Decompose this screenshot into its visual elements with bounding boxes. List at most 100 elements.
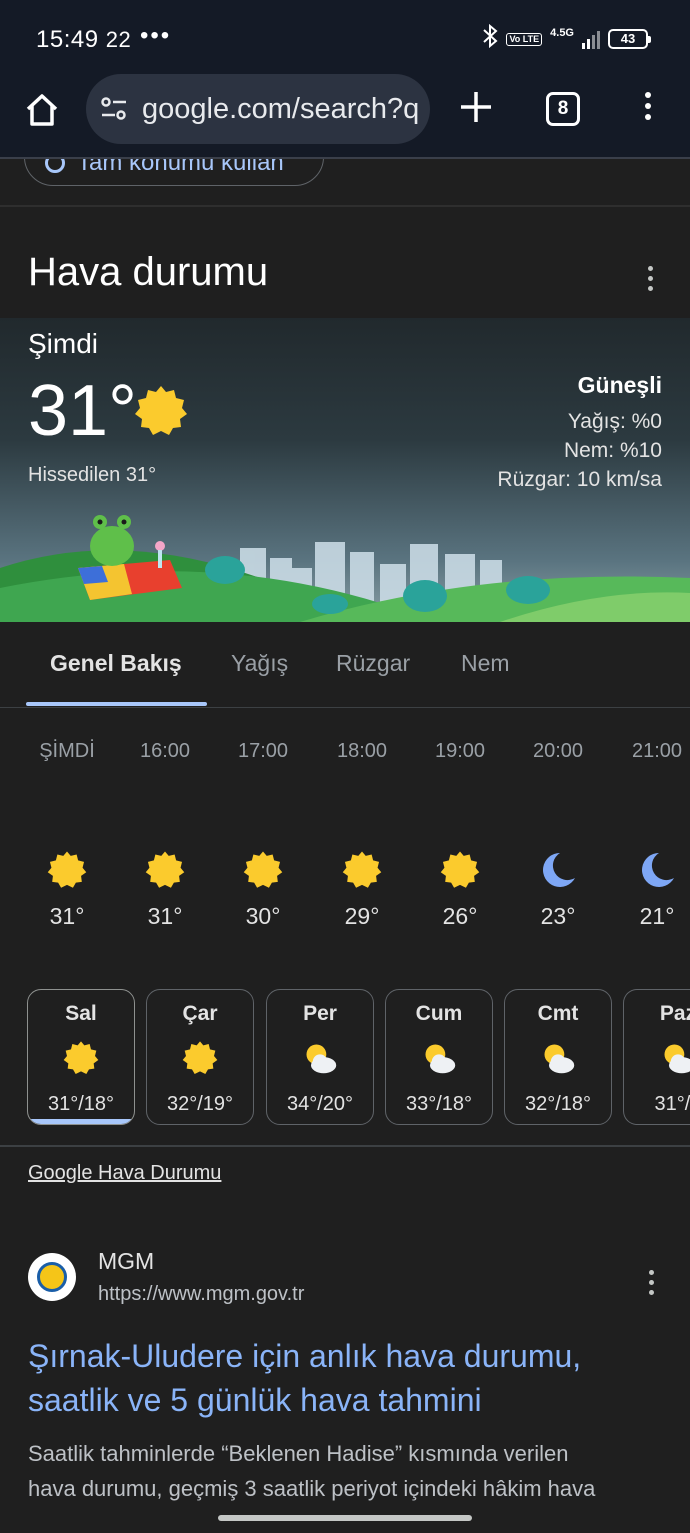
hour-temperature: 21° (639, 903, 675, 929)
weather-tabs: Genel Bakış Yağış Rüzgar Nem (0, 622, 690, 708)
home-icon (26, 94, 58, 126)
result-title-link[interactable]: Şırnak-Uludere için anlık hava durumu, s… (28, 1334, 668, 1422)
day-card-thu[interactable]: Per 34°/20° (266, 989, 374, 1125)
partly-cloudy-icon (544, 1044, 575, 1074)
day-card-tue[interactable]: Sal 31°/18° (27, 989, 135, 1125)
active-tab-indicator (26, 702, 207, 706)
status-icons: Vo LTE 4.5G 43 (482, 23, 651, 54)
hour-label: ŞİMDİ (39, 740, 95, 762)
tab-overview[interactable]: Genel Bakış (50, 650, 182, 677)
result-more-options-icon[interactable] (646, 1270, 656, 1300)
address-bar-url: google.com/search?q (142, 93, 420, 125)
partly-cloudy-icon (664, 1044, 690, 1074)
daily-forecast: Sal 31°/18° Çar 32°/19° Per 34°/20° Cum … (0, 989, 690, 1127)
battery-icon: 43 (608, 29, 651, 49)
day-label: Paz (659, 1002, 690, 1025)
humidity-label: Nem: %10 (563, 439, 662, 462)
wind-label: Rüzgar: 10 km/sa (497, 468, 662, 491)
signal-icon (582, 29, 600, 49)
moon-icon (543, 853, 575, 887)
hour-temperature: 30° (245, 903, 281, 929)
moon-icon (642, 853, 674, 887)
hour-label: 17:00 (237, 740, 289, 762)
hour-temperature: 31° (49, 903, 85, 929)
tab-switcher-button[interactable]: 8 (546, 92, 580, 126)
day-temperatures: 32°/19° (166, 1093, 234, 1115)
weather-current-panel: Şimdi 31° Hissedilen 31° Güneşli Yağış: … (0, 318, 690, 622)
hour-temperature: 26° (442, 903, 478, 929)
weather-title: Hava durumu (28, 250, 269, 294)
tab-wind[interactable]: Rüzgar (336, 650, 410, 677)
sun-icon (440, 851, 480, 888)
hourly-item: 21:00 21° (612, 740, 690, 930)
hourly-item: 17:00 30° (218, 740, 308, 930)
plus-icon (461, 92, 491, 122)
sun-icon (342, 851, 382, 888)
site-favicon (28, 1253, 76, 1301)
weather-more-options-icon[interactable] (642, 266, 658, 296)
selected-day-indicator (28, 1119, 134, 1124)
day-label: Çar (182, 1002, 218, 1025)
hourly-item: 18:00 29° (317, 740, 407, 930)
browser-toolbar: google.com/search?q 8 (0, 72, 690, 158)
network-type-label: 4.5G (550, 27, 574, 39)
gesture-nav-handle[interactable] (218, 1515, 472, 1521)
new-tab-button[interactable] (456, 87, 496, 127)
toolbar-divider (0, 157, 690, 159)
partly-cloudy-icon (306, 1044, 337, 1074)
current-temperature: 31° (28, 371, 137, 451)
hour-label: 19:00 (434, 740, 486, 762)
now-label: Şimdi (28, 328, 99, 359)
condition-label: Güneşli (577, 372, 662, 398)
hourly-item: ŞİMDİ 31° (22, 740, 112, 930)
site-settings-icon[interactable] (100, 96, 128, 122)
day-temperatures: 32°/18° (524, 1093, 592, 1115)
weather-illustration (0, 515, 690, 622)
result-site-name[interactable]: MGM (98, 1248, 154, 1275)
section-divider (0, 205, 690, 207)
hour-temperature: 23° (540, 903, 576, 929)
day-label: Sal (65, 1002, 97, 1025)
result-snippet: Saatlik tahminlerde “Beklenen Hadise” kı… (28, 1441, 596, 1501)
hour-label: 21:00 (631, 740, 683, 762)
hourly-item: 20:00 23° (513, 740, 603, 930)
bluetooth-icon (482, 23, 498, 54)
hour-label: 18:00 (336, 740, 388, 762)
feels-like: Hissedilen 31° (28, 464, 157, 486)
hour-temperature: 29° (344, 903, 380, 929)
hourly-forecast[interactable]: ŞİMDİ 31° 16:00 31° 17:00 30° 18:00 29° … (0, 740, 690, 950)
sun-icon (145, 851, 185, 888)
sun-icon (182, 1041, 218, 1074)
section-divider (0, 1145, 690, 1147)
day-temperatures: 33°/18° (405, 1093, 473, 1115)
browser-menu-button[interactable] (636, 92, 660, 128)
day-label: Cmt (537, 1002, 579, 1025)
day-card-sun[interactable]: Paz 31°/1 (623, 989, 690, 1125)
day-card-wed[interactable]: Çar 32°/19° (146, 989, 254, 1125)
day-label: Per (303, 1002, 337, 1025)
sun-icon (63, 1041, 99, 1074)
hourly-item: 19:00 26° (415, 740, 505, 930)
partly-cloudy-icon (425, 1044, 456, 1074)
hourly-item: 16:00 31° (120, 740, 210, 930)
day-temperatures: 34°/20° (286, 1093, 354, 1115)
home-button[interactable] (22, 90, 62, 130)
precipitation-label: Yağış: %0 (567, 410, 662, 433)
volte-icon: Vo LTE (506, 32, 543, 46)
day-label: Cum (415, 1002, 463, 1025)
day-card-fri[interactable]: Cum 33°/18° (385, 989, 493, 1125)
sun-icon (135, 386, 187, 435)
status-bar: 15:49 22 ••• Vo LTE 4.5G 43 (0, 0, 690, 72)
tab-precipitation[interactable]: Yağış (231, 650, 288, 677)
status-overflow-dots: ••• (140, 22, 172, 49)
sun-icon (47, 851, 87, 888)
google-weather-link[interactable]: Google Hava Durumu (28, 1162, 221, 1185)
result-url[interactable]: https://www.mgm.gov.tr (98, 1283, 304, 1306)
status-time: 15:49 22 (36, 26, 132, 53)
tab-humidity[interactable]: Nem (461, 650, 510, 677)
day-card-sat[interactable]: Cmt 32°/18° (504, 989, 612, 1125)
address-bar[interactable]: google.com/search?q (86, 74, 430, 144)
day-temperatures: 31°/1 (654, 1093, 690, 1115)
sun-icon (243, 851, 283, 888)
hour-label: 20:00 (532, 740, 584, 762)
